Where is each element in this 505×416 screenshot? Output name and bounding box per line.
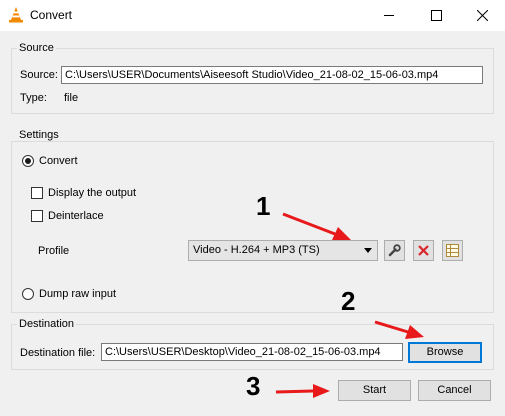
start-button[interactable]: Start xyxy=(338,380,411,401)
edit-profile-button[interactable] xyxy=(384,240,405,261)
maximize-icon xyxy=(431,10,442,21)
type-label: Type: xyxy=(20,92,47,104)
source-label: Source: xyxy=(20,69,58,81)
dump-raw-radio[interactable] xyxy=(22,288,34,300)
step-3-arrow-icon xyxy=(275,384,330,398)
source-legend: Source xyxy=(17,42,56,54)
dropdown-arrow-icon xyxy=(364,248,372,253)
title-bar: Convert xyxy=(0,0,505,31)
type-value: file xyxy=(64,92,79,104)
vlc-cone-icon xyxy=(9,7,23,23)
profile-dropdown[interactable]: Video - H.264 + MP3 (TS) xyxy=(188,240,378,261)
table-grid-icon xyxy=(446,244,459,257)
wrench-icon xyxy=(388,244,401,257)
destination-path-field[interactable]: C:\Users\USER\Desktop\Video_21-08-02_15-… xyxy=(101,343,403,361)
destination-legend: Destination xyxy=(17,318,77,330)
source-path-field[interactable]: C:\Users\USER\Documents\Aiseesoft Studio… xyxy=(61,66,483,84)
maximize-button[interactable] xyxy=(413,0,459,31)
display-output-label[interactable]: Display the output xyxy=(48,187,136,199)
minimize-icon xyxy=(384,15,394,16)
window-title: Convert xyxy=(30,8,73,22)
deinterlace-label[interactable]: Deinterlace xyxy=(48,210,104,222)
dump-raw-label[interactable]: Dump raw input xyxy=(39,288,116,300)
minimize-button[interactable] xyxy=(366,0,412,31)
new-profile-button[interactable] xyxy=(442,240,463,261)
profile-selected-value: Video - H.264 + MP3 (TS) xyxy=(193,244,320,256)
radio-selected-dot xyxy=(25,158,31,164)
profile-label: Profile xyxy=(38,245,70,257)
settings-legend: Settings xyxy=(17,129,61,141)
deinterlace-checkbox[interactable] xyxy=(31,210,43,222)
step-2-number: 2 xyxy=(341,286,356,316)
browse-button[interactable]: Browse xyxy=(408,342,482,363)
red-x-icon xyxy=(418,245,429,256)
close-button[interactable] xyxy=(459,0,505,31)
step-3-number: 3 xyxy=(246,371,261,401)
convert-label[interactable]: Convert xyxy=(39,155,78,167)
step-1-number: 1 xyxy=(256,191,271,221)
delete-profile-button[interactable] xyxy=(413,240,434,261)
destination-file-label: Destination file: xyxy=(20,347,96,359)
display-output-checkbox[interactable] xyxy=(31,187,43,199)
cancel-button[interactable]: Cancel xyxy=(418,380,491,401)
convert-radio[interactable] xyxy=(22,155,34,167)
close-icon xyxy=(477,10,488,21)
